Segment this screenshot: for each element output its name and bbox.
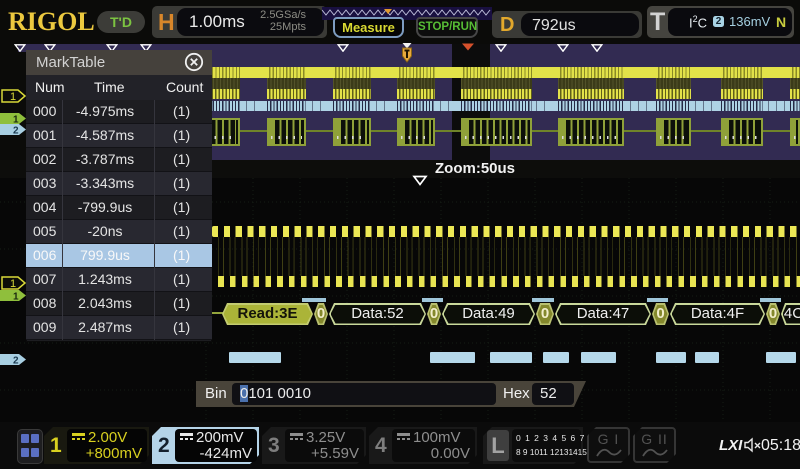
svg-text:1: 1 [10, 278, 16, 290]
svg-text:1: 1 [10, 91, 16, 103]
svg-text:1: 1 [13, 115, 19, 125]
svg-text:2: 2 [13, 126, 19, 136]
svg-text:2: 2 [13, 356, 19, 366]
svg-text:1: 1 [13, 292, 19, 302]
